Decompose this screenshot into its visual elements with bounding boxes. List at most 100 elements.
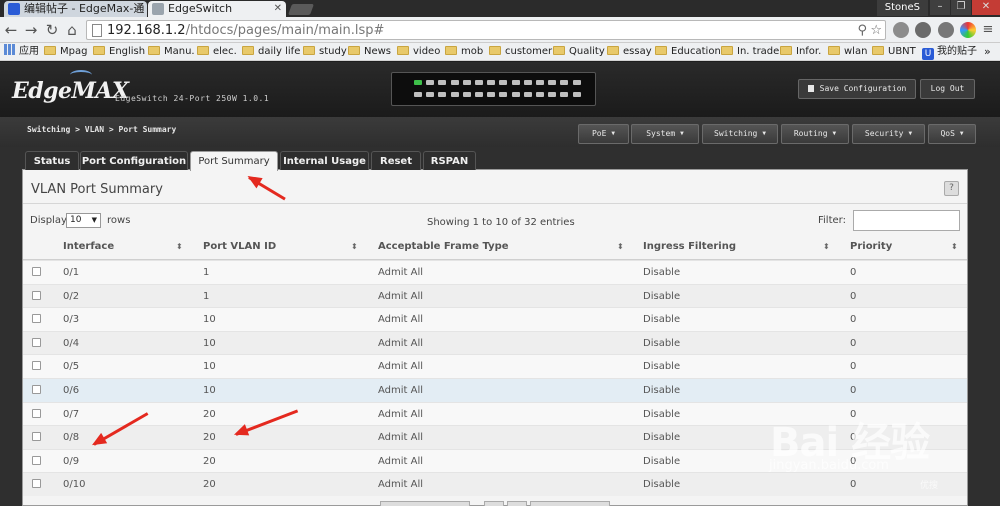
minimize-icon[interactable]: – bbox=[930, 0, 950, 15]
help-button[interactable]: ? bbox=[944, 181, 959, 196]
menu-icon[interactable]: ≡ bbox=[979, 21, 997, 39]
bookmark-folder[interactable]: News bbox=[348, 43, 391, 60]
cell-port-vlan-id: 10 bbox=[203, 385, 216, 396]
row-checkbox[interactable] bbox=[32, 455, 41, 465]
tab-reset[interactable]: Reset bbox=[371, 151, 421, 170]
bookmark-folder[interactable]: mob bbox=[445, 43, 483, 60]
color-extension-icon[interactable] bbox=[960, 22, 976, 38]
reload-icon[interactable]: ↻ bbox=[43, 21, 61, 39]
row-checkbox[interactable] bbox=[32, 432, 41, 442]
row-checkbox[interactable] bbox=[32, 314, 41, 324]
bookmark-folder[interactable]: Education bbox=[655, 43, 721, 60]
bookmark-folder[interactable]: Quality bbox=[553, 43, 605, 60]
mail-extension-icon[interactable] bbox=[938, 22, 954, 38]
column-header-ingress-filtering[interactable]: Ingress Filtering bbox=[643, 241, 736, 252]
menu-switching[interactable]: Switching ▼ bbox=[702, 124, 778, 144]
menu-poe[interactable]: PoE ▼ bbox=[578, 124, 629, 144]
sort-icon[interactable]: ⬍ bbox=[617, 242, 624, 252]
bookmark-folder[interactable]: Manu. bbox=[148, 43, 195, 60]
row-checkbox[interactable] bbox=[32, 337, 41, 347]
filter-input[interactable] bbox=[853, 210, 960, 231]
row-checkbox[interactable] bbox=[32, 385, 41, 394]
cell-ingress-filtering: Disable bbox=[643, 337, 681, 349]
extension-icon[interactable] bbox=[893, 22, 909, 38]
sort-icon[interactable]: ⬍ bbox=[351, 242, 358, 252]
bookmark-folder[interactable]: In. trade bbox=[721, 43, 779, 60]
column-header-priority[interactable]: Priority bbox=[850, 241, 892, 252]
row-checkbox[interactable] bbox=[32, 408, 41, 418]
table-row[interactable]: 0/1 1 Admit All Disable 0 bbox=[23, 260, 967, 284]
switch-port-led bbox=[414, 80, 422, 85]
save-configuration-button[interactable]: Save Configuration bbox=[798, 79, 916, 99]
row-checkbox[interactable] bbox=[32, 290, 41, 300]
menu-system[interactable]: System ▼ bbox=[631, 124, 699, 144]
tab-internal-usage[interactable]: Internal Usage bbox=[280, 151, 369, 170]
bookmark-folder[interactable]: customer bbox=[489, 43, 552, 60]
menu-security[interactable]: Security ▼ bbox=[852, 124, 925, 144]
profile-button[interactable]: StoneS bbox=[876, 0, 928, 16]
rows-per-page-select[interactable]: 10 ▼ bbox=[66, 213, 101, 228]
close-tab-icon[interactable]: ✕ bbox=[135, 1, 143, 17]
sort-icon[interactable]: ⬍ bbox=[951, 242, 958, 252]
cell-ingress-filtering: Disable bbox=[643, 479, 681, 491]
window-close-icon[interactable]: ✕ bbox=[972, 0, 1000, 15]
folder-icon bbox=[607, 46, 619, 55]
table-row[interactable]: 0/2 1 Admit All Disable 0 bbox=[23, 283, 967, 308]
pagination-next[interactable] bbox=[530, 501, 610, 506]
filter-icon[interactable]: ⚲ bbox=[857, 21, 867, 40]
bookmark-folder[interactable]: UBNT bbox=[872, 43, 916, 60]
table-row[interactable]: 0/4 10 Admit All Disable 0 bbox=[23, 330, 967, 355]
logout-button[interactable]: Log Out bbox=[920, 79, 975, 99]
bookmark-star-icon[interactable]: ☆ bbox=[870, 21, 882, 40]
bookmark-folder[interactable]: elec. bbox=[197, 43, 237, 60]
browser-tab[interactable]: 编辑帖子 - EdgeMax-通 ✕ bbox=[4, 1, 147, 17]
bookmark-folder[interactable]: English bbox=[93, 43, 145, 60]
table-row[interactable]: 0/10 20 Admit All Disable 0 bbox=[23, 472, 967, 497]
column-header-interface[interactable]: Interface bbox=[63, 241, 114, 252]
forward-icon[interactable]: → bbox=[22, 21, 40, 39]
back-icon[interactable]: ← bbox=[2, 21, 20, 39]
cell-ingress-filtering: Disable bbox=[643, 385, 681, 396]
tab-port-summary[interactable]: Port Summary bbox=[190, 151, 278, 171]
cell-priority: 0 bbox=[850, 337, 857, 349]
bookmark-folder[interactable]: essay bbox=[607, 43, 652, 60]
sort-icon[interactable]: ⬍ bbox=[176, 242, 183, 252]
maximize-icon[interactable]: ❐ bbox=[951, 0, 971, 15]
switch-port-panel bbox=[391, 72, 596, 106]
bookmark-folder[interactable]: study bbox=[303, 43, 347, 60]
menu-qos[interactable]: QoS ▼ bbox=[928, 124, 976, 144]
menu-routing[interactable]: Routing ▼ bbox=[781, 124, 849, 144]
table-row[interactable]: 0/6 10 Admit All Disable 0 bbox=[23, 378, 967, 402]
pagination-page[interactable] bbox=[484, 501, 504, 506]
row-checkbox[interactable] bbox=[32, 361, 41, 371]
bookmarks-overflow-icon[interactable]: » bbox=[984, 43, 991, 60]
bookmark-folder[interactable]: wlan bbox=[828, 43, 867, 60]
row-checkbox[interactable] bbox=[32, 267, 41, 276]
home-icon[interactable]: ⌂ bbox=[63, 21, 81, 39]
bookmark-folder[interactable]: video bbox=[397, 43, 440, 60]
pagination-prev[interactable] bbox=[380, 501, 470, 506]
sort-icon[interactable]: ⬍ bbox=[823, 242, 830, 252]
address-bar[interactable]: 192.168.1.2/htdocs/pages/main/main.lsp# … bbox=[86, 20, 886, 40]
bookmark-apps[interactable]: 应用 bbox=[4, 43, 39, 60]
bookmark-folder[interactable]: daily life bbox=[242, 43, 300, 60]
bookmark-folder[interactable]: Infor. bbox=[780, 43, 821, 60]
shield-extension-icon[interactable] bbox=[915, 22, 931, 38]
pagination-page[interactable] bbox=[507, 501, 527, 506]
cell-priority: 0 bbox=[850, 361, 857, 373]
column-header-acceptable-frame-type[interactable]: Acceptable Frame Type bbox=[378, 241, 509, 252]
row-checkbox[interactable] bbox=[32, 479, 41, 489]
table-row[interactable]: 0/3 10 Admit All Disable 0 bbox=[23, 307, 967, 332]
tab-rspan[interactable]: RSPAN bbox=[423, 151, 476, 170]
close-tab-icon[interactable]: ✕ bbox=[274, 1, 282, 17]
bookmark-folder[interactable]: Mpag bbox=[44, 43, 87, 60]
browser-tab-active[interactable]: EdgeSwitch ✕ bbox=[148, 1, 286, 17]
table-row[interactable]: 0/5 10 Admit All Disable 0 bbox=[23, 354, 967, 379]
bookmark-link[interactable]: U 我的贴子 bbox=[922, 43, 977, 60]
caret-down-icon: ▼ bbox=[832, 130, 837, 137]
tab-status[interactable]: Status bbox=[25, 151, 79, 170]
tab-port-configuration[interactable]: Port Configuration bbox=[80, 151, 188, 170]
device-model: EdgeSwitch 24-Port 250W 1.0.1 bbox=[115, 94, 270, 103]
new-tab-button[interactable] bbox=[287, 4, 315, 15]
column-header-port-vlan-id[interactable]: Port VLAN ID bbox=[203, 241, 276, 252]
